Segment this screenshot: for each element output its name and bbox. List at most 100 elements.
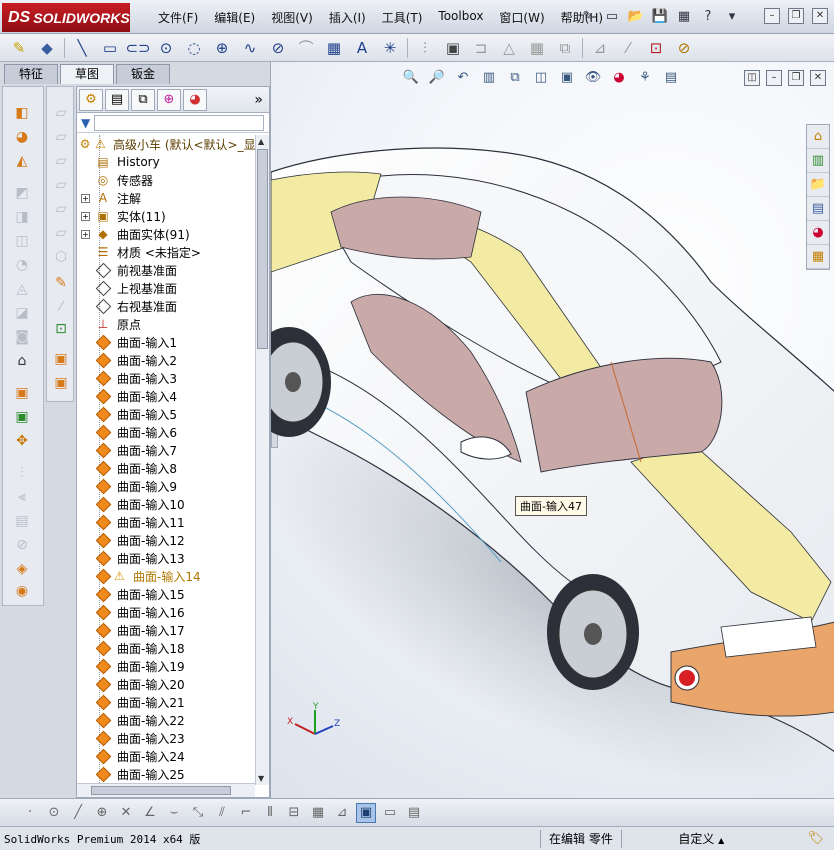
tree-item[interactable]: ☰ 材质 <未指定> xyxy=(77,243,255,261)
solidworks-logo[interactable]: DS SOLIDWORKS xyxy=(2,3,130,32)
tab-features[interactable]: 特征 xyxy=(4,64,59,84)
tab-sheet-metal[interactable]: 钣金 xyxy=(116,64,171,84)
circle-icon[interactable]: ⊙ xyxy=(155,38,177,58)
zoom-area-icon[interactable]: 🔎 xyxy=(427,68,447,86)
menu-window[interactable]: 窗口(W) xyxy=(491,9,552,26)
units-selector[interactable]: 自定义 ▲ xyxy=(620,829,781,848)
intersect-icon[interactable]: ⊘ xyxy=(11,535,33,555)
loft-boss-icon[interactable]: ◩ xyxy=(11,183,33,203)
fillet-icon[interactable]: ⌒ xyxy=(295,38,317,58)
reference-geometry-icon[interactable]: ◈ xyxy=(11,559,33,579)
mirror-icon[interactable]: △ xyxy=(498,38,520,58)
tree-item[interactable]: 曲面-输入11 xyxy=(77,513,255,531)
sketch-pattern-icon[interactable]: ⊡ xyxy=(50,319,72,339)
revolve-cut-icon[interactable]: ◔ xyxy=(11,255,33,275)
convert-entities-icon[interactable]: ▣ xyxy=(442,38,464,58)
rebuild-indicator-icon[interactable]: 🏷 xyxy=(807,831,824,846)
tree-item[interactable]: 曲面-输入16 xyxy=(77,603,255,621)
quick-snaps-icon[interactable]: ⊡ xyxy=(645,38,667,58)
display-manager-icon[interactable]: ◕ xyxy=(183,88,207,111)
car-model[interactable] xyxy=(271,62,834,798)
wireframe-icon[interactable]: ▤ xyxy=(404,803,424,823)
previous-view-icon[interactable]: ↶ xyxy=(453,68,473,86)
zoom-to-fit-icon[interactable]: 🔍 xyxy=(401,68,421,86)
tree-item[interactable]: 曲面-输入6 xyxy=(77,423,255,441)
scroll-up-arrow[interactable]: ▲ xyxy=(258,137,264,146)
plane-sketch-icon[interactable]: ▦ xyxy=(323,38,345,58)
hide-show-items-icon[interactable]: 👁 xyxy=(583,68,603,86)
smart-dimension-icon[interactable]: ✎ xyxy=(8,38,30,58)
display-relations-icon[interactable]: ⊿ xyxy=(589,38,611,58)
point-icon[interactable]: ✳ xyxy=(379,38,401,58)
sketch-picture-icon[interactable]: ▱ xyxy=(50,223,72,243)
circle-icon[interactable]: ⊙ xyxy=(44,803,64,823)
boundary-cut-icon[interactable]: ◙ xyxy=(11,327,33,347)
tree-item[interactable]: 曲面-输入9 xyxy=(77,477,255,495)
slot-icon[interactable]: ⊂⊃ xyxy=(125,38,150,58)
shaded-icon[interactable]: ▣ xyxy=(356,802,376,823)
wrap-icon[interactable]: ⫶ xyxy=(11,463,33,483)
tree-item[interactable]: 曲面-输入25 xyxy=(77,765,255,783)
tree-item[interactable]: 曲面-输入12 xyxy=(77,531,255,549)
trim-icon[interactable]: ✕ xyxy=(116,803,136,823)
tab-sketch[interactable]: 草图 xyxy=(60,64,115,84)
instant3d-icon[interactable]: ⌂ xyxy=(11,351,33,371)
draft-icon[interactable]: ⫷ xyxy=(11,487,33,507)
tree-item[interactable]: 曲面-输入24 xyxy=(77,747,255,765)
sketch-3d-icon[interactable]: ▱ xyxy=(50,127,72,147)
save-icon[interactable]: 💾 xyxy=(650,6,670,26)
propertymanager-icon[interactable]: ▤ xyxy=(105,88,129,111)
arc-icon[interactable]: ◌ xyxy=(183,38,205,58)
expand-toggle[interactable]: + xyxy=(81,211,90,221)
filter-input[interactable] xyxy=(94,114,265,131)
relations-icon[interactable]: ◆ xyxy=(36,38,58,58)
restore-button[interactable]: ❐ xyxy=(788,8,804,24)
menu-view[interactable]: 视图(V) xyxy=(263,9,321,26)
extrude-boss-icon[interactable]: ◧ xyxy=(11,103,33,123)
home-icon[interactable]: ⌂ xyxy=(807,125,829,149)
line-icon[interactable]: ╲ xyxy=(71,38,93,58)
rapid-sketch-icon[interactable]: ⊘ xyxy=(673,38,695,58)
angle-icon[interactable]: ∠ xyxy=(140,803,160,823)
menu-toolbox[interactable]: Toolbox xyxy=(430,9,491,26)
revolve-boss-icon[interactable]: ◕ xyxy=(11,127,33,147)
polygon-icon[interactable]: ⊕ xyxy=(211,38,233,58)
boundary-boss-icon[interactable]: ◨ xyxy=(11,207,33,227)
tree-item[interactable]: ▤ History xyxy=(77,153,255,171)
tree-item[interactable]: 前视基准面 xyxy=(77,261,255,279)
tree-item[interactable]: ⚠ 曲面-输入14 xyxy=(77,567,255,585)
offset-icon[interactable]: ⊐ xyxy=(470,38,492,58)
viewport-restore-button[interactable]: ❐ xyxy=(788,70,804,86)
tree-item[interactable]: 曲面-输入19 xyxy=(77,657,255,675)
fillet-feature-icon[interactable]: ▣ xyxy=(11,383,33,403)
hscroll-thumb[interactable] xyxy=(91,786,231,795)
spline-icon[interactable]: ⌣ xyxy=(164,803,184,823)
display-style-icon[interactable]: ▣ xyxy=(557,68,577,86)
sketch-block-icon[interactable]: ▱ xyxy=(50,199,72,219)
menu-edit[interactable]: 编辑(E) xyxy=(206,9,263,26)
viewport-close-button[interactable]: ✕ xyxy=(810,70,826,86)
minimize-button[interactable]: – xyxy=(764,8,780,24)
expand-toggle[interactable]: + xyxy=(81,193,90,203)
tree-item[interactable]: 曲面-输入21 xyxy=(77,693,255,711)
sketch-repair-icon[interactable]: ⁄ xyxy=(50,297,72,317)
tree-item[interactable]: 曲面-输入7 xyxy=(77,441,255,459)
tree-item[interactable]: 曲面-输入2 xyxy=(77,351,255,369)
extend-icon[interactable]: ⤡ xyxy=(188,803,208,823)
graphics-area[interactable]: ‹ xyxy=(270,62,834,798)
tree-horizontal-scrollbar[interactable] xyxy=(77,783,255,797)
scroll-down-arrow[interactable]: ▼ xyxy=(258,774,264,783)
tree-item[interactable]: 曲面-输入13 xyxy=(77,549,255,567)
pattern-feature-icon[interactable]: ▣ xyxy=(11,407,33,427)
tree-root[interactable]: ⚙ ⚠ 高级小车 (默认<默认>_显示状态 1>) xyxy=(77,135,255,153)
design-library-icon[interactable]: ▥ xyxy=(807,149,829,173)
options-icon[interactable]: ▾ xyxy=(722,6,742,26)
edit-appearance-icon[interactable]: ◕ xyxy=(609,68,629,86)
sketch-exit-icon[interactable]: ▱ xyxy=(50,175,72,195)
tree-item[interactable]: + A 注解 xyxy=(77,189,255,207)
tree-vertical-scrollbar[interactable]: ▲ ▼ xyxy=(255,135,269,785)
grid-icon[interactable]: ⊟ xyxy=(284,803,304,823)
help-icon[interactable]: ? xyxy=(698,6,718,26)
menu-tools[interactable]: 工具(T) xyxy=(374,9,431,26)
tree-item[interactable]: 曲面-输入4 xyxy=(77,387,255,405)
